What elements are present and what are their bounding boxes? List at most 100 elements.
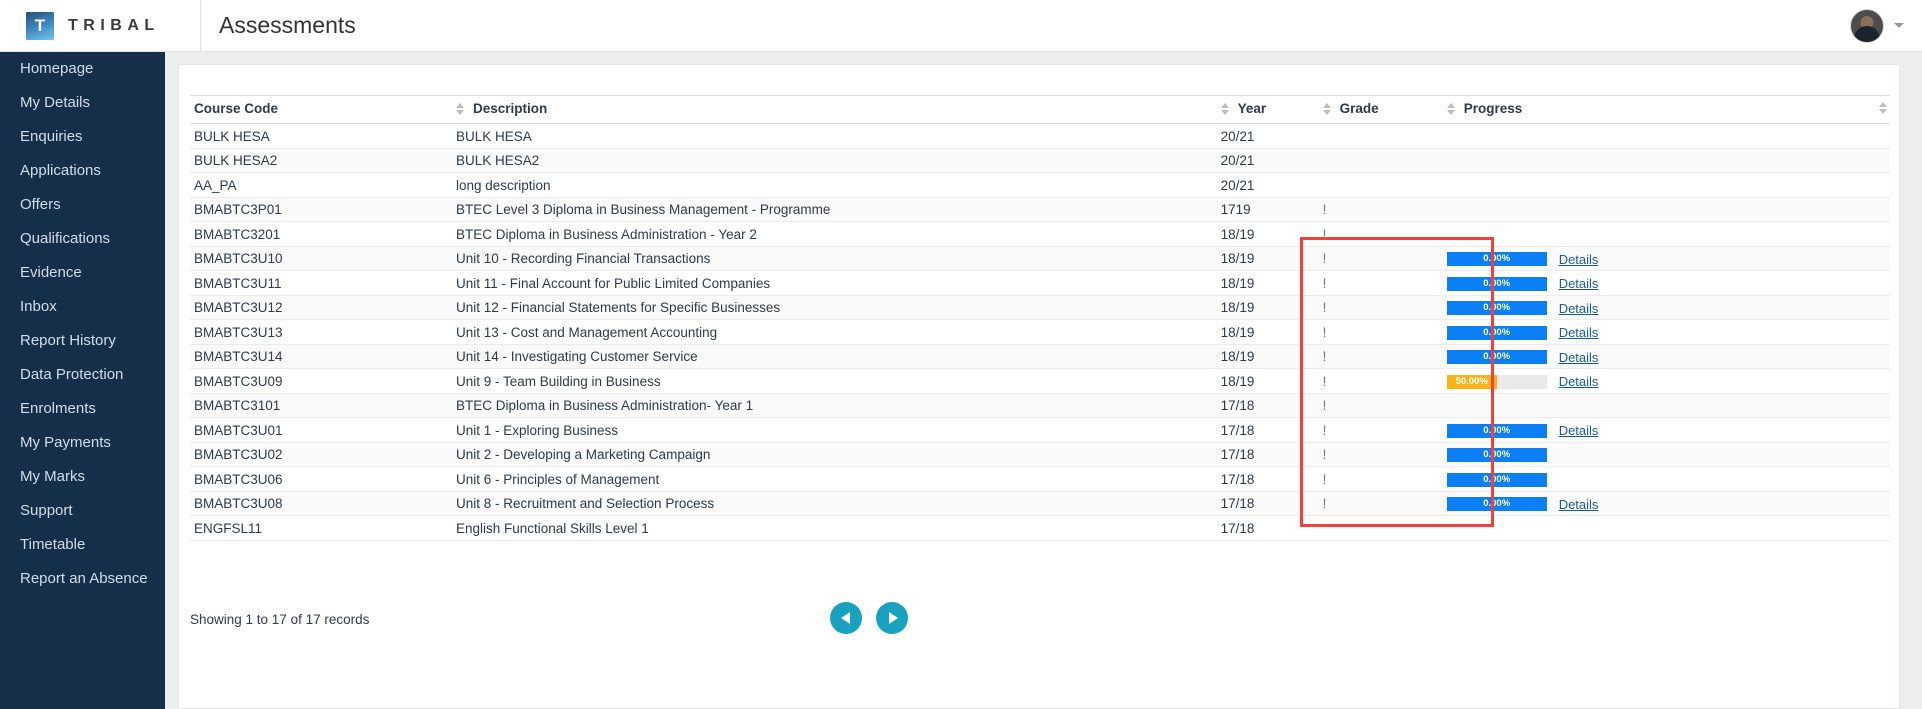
sidebar-item-qualifications[interactable]: Qualifications xyxy=(0,222,165,256)
sidebar-item-label: Data Protection xyxy=(20,366,124,383)
brand-logo[interactable]: T TRIBAL xyxy=(0,0,200,52)
cell-description: Unit 12 - Financial Statements for Speci… xyxy=(455,295,1221,321)
table-body: BULK HESA BULK HESA 20/21 BULK HESA2 BULK HE… xyxy=(190,123,1890,541)
progress-bar-label: 0.00% xyxy=(1483,351,1511,363)
assessments-table: Course Code Description Year Grade Progr xyxy=(190,94,1890,541)
next-page-button[interactable] xyxy=(876,602,908,634)
cell-year: 20/21 xyxy=(1220,123,1323,149)
progress-bar-label: 0.00% xyxy=(1483,498,1511,510)
details-link[interactable]: Details xyxy=(1559,350,1599,365)
column-header-description[interactable]: Description xyxy=(455,94,1221,125)
sidebar-item-label: Applications xyxy=(20,162,101,179)
progress-bar-label: 0.00% xyxy=(1483,473,1511,485)
sidebar-item-report-history[interactable]: Report History xyxy=(0,324,165,358)
sort-icon-course-code[interactable] xyxy=(455,102,465,116)
table-row[interactable]: BMABTC3U12 Unit 12 - Financial Statements… xyxy=(190,295,1890,321)
table-row[interactable]: BMABTC3U13 Unit 13 - Cost and Management … xyxy=(190,319,1890,345)
progress-bar-label: 0.00% xyxy=(1483,449,1511,461)
cell-year: 18/19 xyxy=(1220,344,1323,370)
cell-course-code: BMABTC3U01 xyxy=(190,417,456,443)
cell-description: Unit 14 - Investigating Customer Service xyxy=(455,344,1221,370)
column-header-progress[interactable]: Progress xyxy=(1446,94,1890,125)
details-link[interactable]: Details xyxy=(1559,252,1599,267)
sidebar-item-label: My Marks xyxy=(20,468,85,485)
column-header-grade[interactable]: Grade xyxy=(1322,94,1447,125)
cell-year: 20/21 xyxy=(1220,172,1323,198)
table-row[interactable]: BMABTC3U02 Unit 2 - Developing a Marketin… xyxy=(190,442,1890,468)
sidebar-item-timetable[interactable]: Timetable xyxy=(0,528,165,562)
sidebar-item-enquiries[interactable]: Enquiries xyxy=(0,120,165,154)
progress-bar: 0.00% xyxy=(1446,448,1547,463)
sidebar-item-applications[interactable]: Applications xyxy=(0,154,165,188)
sort-icon-grade[interactable] xyxy=(1446,102,1456,116)
cell-description: Unit 1 - Exploring Business xyxy=(455,417,1221,443)
sidebar-item-inbox[interactable]: Inbox xyxy=(0,290,165,324)
cell-progress: 0.00% Details xyxy=(1446,270,1890,296)
top-header-bar: T TRIBAL Assessments xyxy=(0,0,1922,52)
sidebar-item-report-an-absence[interactable]: Report an Absence xyxy=(0,562,165,596)
details-link[interactable]: Details xyxy=(1559,301,1599,316)
table-row[interactable]: BMABTC3201 BTEC Diploma in Business Admin… xyxy=(190,221,1890,247)
sidebar-item-label: Report History xyxy=(20,332,116,349)
cell-year: 18/19 xyxy=(1220,368,1323,394)
sidebar-item-homepage[interactable]: Homepage xyxy=(0,52,165,86)
table-row[interactable]: BMABTC3U08 Unit 8 - Recruitment and Selec… xyxy=(190,491,1890,517)
progress-bar: 0.00% xyxy=(1446,301,1547,316)
cell-grade xyxy=(1322,172,1447,198)
sidebar-item-evidence[interactable]: Evidence xyxy=(0,256,165,290)
avatar[interactable] xyxy=(1850,8,1884,43)
sort-icon-description[interactable] xyxy=(1220,102,1230,116)
sidebar-item-data-protection[interactable]: Data Protection xyxy=(0,358,165,392)
table-row[interactable]: ENGFSL11 English Functional Skills Level … xyxy=(190,515,1890,541)
table-row[interactable]: BMABTC3P01 BTEC Level 3 Diploma in Busine… xyxy=(190,197,1890,223)
chevron-right-icon xyxy=(888,612,898,624)
cell-progress xyxy=(1446,172,1890,198)
details-link[interactable]: Details xyxy=(1559,497,1599,512)
records-count-label: Showing 1 to 17 of 17 records xyxy=(190,612,370,627)
sidebar-item-offers[interactable]: Offers xyxy=(0,188,165,222)
progress-bar: 0.00% xyxy=(1446,350,1547,365)
sidebar-item-label: Qualifications xyxy=(20,230,111,247)
details-link[interactable]: Details xyxy=(1559,325,1599,340)
table-row[interactable]: BULK HESA2 BULK HESA2 20/21 xyxy=(190,148,1890,174)
progress-bar: 0.00% xyxy=(1446,497,1547,512)
sidebar-item-label: Inbox xyxy=(20,298,57,315)
table-row[interactable]: BMABTC3101 BTEC Diploma in Business Admin… xyxy=(190,393,1890,419)
cell-description: BTEC Diploma in Business Administration-… xyxy=(455,393,1221,419)
details-link[interactable]: Details xyxy=(1559,374,1599,389)
cell-grade xyxy=(1322,515,1447,541)
sidebar-item-my-marks[interactable]: My Marks xyxy=(0,460,165,494)
cell-description: BTEC Diploma in Business Administration … xyxy=(455,221,1221,247)
table-row[interactable]: BMABTC3U11 Unit 11 - Final Account for Pu… xyxy=(190,270,1890,296)
sort-icon-progress[interactable] xyxy=(1879,101,1888,115)
table-row[interactable]: AA_PA long description 20/21 xyxy=(190,172,1890,198)
cell-progress: 50.00% Details xyxy=(1446,368,1890,394)
table-row[interactable]: BMABTC3U06 Unit 6 - Principles of Managem… xyxy=(190,466,1890,492)
column-header-course-code[interactable]: Course Code xyxy=(190,94,456,125)
table-row[interactable]: BMABTC3U01 Unit 1 - Exploring Business 17/… xyxy=(190,417,1890,443)
details-link[interactable]: Details xyxy=(1559,276,1599,291)
avatar-body xyxy=(1854,25,1880,42)
sidebar-item-my-payments[interactable]: My Payments xyxy=(0,426,165,460)
sidebar-item-support[interactable]: Support xyxy=(0,494,165,528)
sidebar-item-my-details[interactable]: My Details xyxy=(0,86,165,120)
sort-icon-year[interactable] xyxy=(1322,102,1332,116)
previous-page-button[interactable] xyxy=(830,602,862,634)
column-label-course-code: Course Code xyxy=(194,101,279,117)
column-header-year[interactable]: Year xyxy=(1220,94,1323,125)
details-link[interactable]: Details xyxy=(1559,423,1599,438)
cell-grade: ! xyxy=(1322,197,1447,223)
cell-year: 18/19 xyxy=(1220,295,1323,321)
tribal-logo-icon: T xyxy=(26,11,54,40)
cell-grade: ! xyxy=(1322,246,1447,272)
sidebar-item-enrolments[interactable]: Enrolments xyxy=(0,392,165,426)
table-row[interactable]: BMABTC3U14 Unit 14 - Investigating Custom… xyxy=(190,344,1890,370)
table-row[interactable]: BMABTC3U09 Unit 9 - Team Building in Busi… xyxy=(190,368,1890,394)
table-row[interactable]: BULK HESA BULK HESA 20/21 xyxy=(190,123,1890,149)
sidebar-item-label: Report an Absence xyxy=(20,570,148,587)
chevron-down-icon[interactable] xyxy=(1894,23,1904,28)
cell-progress xyxy=(1446,221,1890,247)
table-row[interactable]: BMABTC3U10 Unit 10 - Recording Financial … xyxy=(190,246,1890,272)
header-divider xyxy=(200,0,201,52)
sidebar-item-label: Homepage xyxy=(20,60,94,77)
